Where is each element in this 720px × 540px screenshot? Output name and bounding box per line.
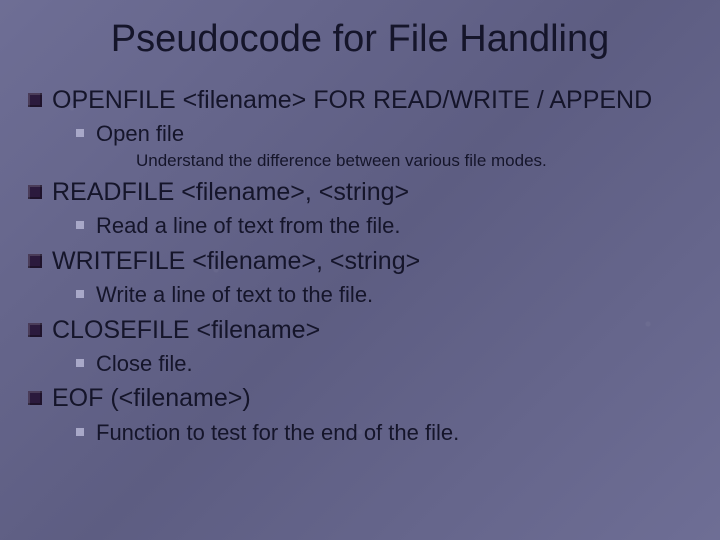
bullet-level1: CLOSEFILE <filename> — [28, 315, 692, 346]
square-bullet-icon — [28, 185, 42, 199]
square-bullet-icon — [28, 93, 42, 107]
bullet-level2: Read a line of text from the file. — [76, 212, 692, 240]
bullet-text: WRITEFILE <filename>, <string> — [52, 246, 420, 277]
bullet-text: Function to test for the end of the file… — [96, 419, 459, 447]
small-square-bullet-icon — [76, 428, 84, 436]
bullet-level1: READFILE <filename>, <string> — [28, 177, 692, 208]
bullet-level1: OPENFILE <filename> FOR READ/WRITE / APP… — [28, 85, 692, 116]
bullet-level1: EOF (<filename>) — [28, 383, 692, 414]
square-bullet-icon — [28, 391, 42, 405]
slide: Pseudocode for File Handling OPENFILE <f… — [0, 0, 720, 540]
bullet-text: CLOSEFILE <filename> — [52, 315, 320, 346]
bullet-text: Open file — [96, 120, 184, 148]
bullet-text: Read a line of text from the file. — [96, 212, 401, 240]
bullet-level2: Close file. — [76, 350, 692, 378]
bullet-text: OPENFILE <filename> FOR READ/WRITE / APP… — [52, 85, 652, 116]
bullet-level2: Open file — [76, 120, 692, 148]
small-square-bullet-icon — [76, 290, 84, 298]
bullet-text: EOF (<filename>) — [52, 383, 251, 414]
small-square-bullet-icon — [76, 221, 84, 229]
bullet-text: Close file. — [96, 350, 193, 378]
small-square-bullet-icon — [76, 359, 84, 367]
bullet-level2: Write a line of text to the file. — [76, 281, 692, 309]
square-bullet-icon — [28, 254, 42, 268]
bullet-text: READFILE <filename>, <string> — [52, 177, 409, 208]
bullet-level1: WRITEFILE <filename>, <string> — [28, 246, 692, 277]
bullet-text: Write a line of text to the file. — [96, 281, 373, 309]
bullet-text: Understand the difference between variou… — [136, 150, 547, 171]
bullet-level2: Function to test for the end of the file… — [76, 419, 692, 447]
square-bullet-icon — [28, 323, 42, 337]
slide-title: Pseudocode for File Handling — [28, 18, 692, 61]
bullet-level3: Understand the difference between variou… — [136, 150, 692, 171]
small-square-bullet-icon — [76, 129, 84, 137]
